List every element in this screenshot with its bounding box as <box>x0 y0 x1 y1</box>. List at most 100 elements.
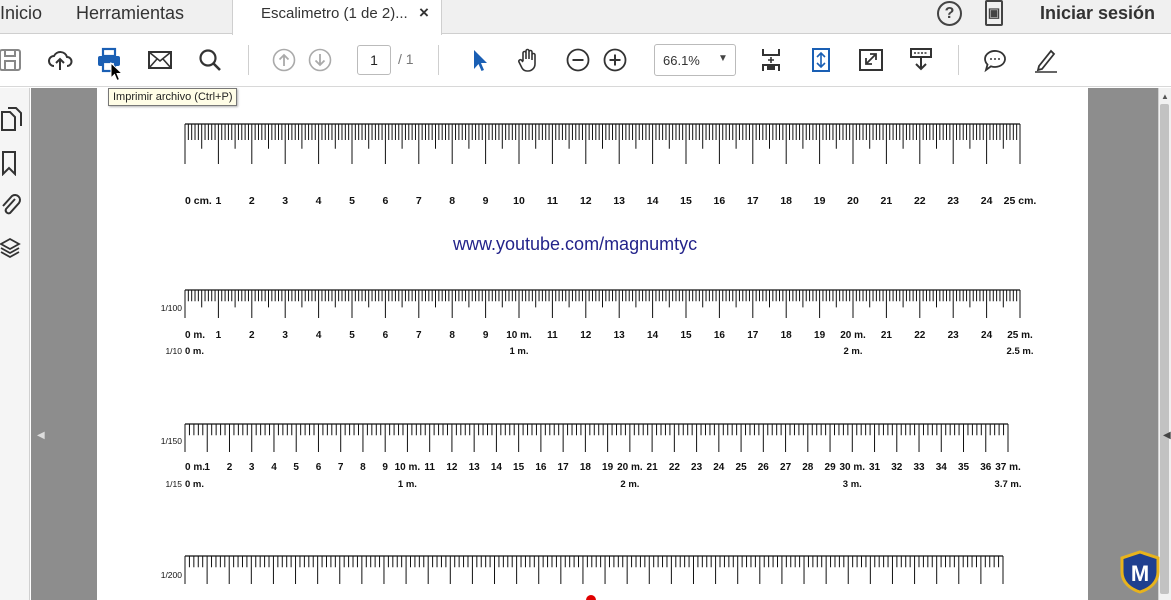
ruler-tick-label: 12 <box>446 462 458 473</box>
ruler-secondary-label: 2 m. <box>620 479 639 490</box>
ruler-tick-label: 13 <box>614 330 626 341</box>
ruler-tick-label: 20 <box>847 195 859 207</box>
ruler-secondary-label: 2 m. <box>843 346 862 357</box>
scroll-up-icon[interactable]: ▲ <box>1161 92 1169 101</box>
ruler-tick-label: 11 <box>547 330 558 341</box>
ruler-secondary-label: 0 m. <box>185 479 204 490</box>
ruler-tick-label: 4 <box>316 330 322 341</box>
ruler-tick-label: 8 <box>449 195 455 207</box>
ruler-tick-label: 1 <box>215 195 221 207</box>
ruler-tick-label: 15 <box>513 462 525 473</box>
ruler-tick-label: 35 <box>958 462 970 473</box>
ruler-tick-label: 12 <box>580 195 592 207</box>
print-tooltip: Imprimir archivo (Ctrl+P) <box>108 88 238 106</box>
ruler-tick-label: 8 <box>449 330 455 341</box>
ruler-tick-label: 20 m. <box>840 330 866 341</box>
ruler-tick-label: 11 <box>547 195 558 207</box>
ruler-tick-label: 27 <box>780 462 792 473</box>
youtube-link[interactable]: www.youtube.com/magnumtyc <box>453 234 697 255</box>
ruler-tick-label: 22 <box>914 195 926 207</box>
ruler-tick-label: 21 <box>881 330 893 341</box>
ruler-tick-label: 13 <box>469 462 481 473</box>
ruler-tick-label: 31 <box>869 462 881 473</box>
ruler-tick-label: 24 <box>981 195 993 207</box>
ruler-tick-label: 3 <box>282 195 288 207</box>
ruler-tick-label: 0 cm. <box>185 195 212 207</box>
ruler-tick-label: 4 <box>271 462 277 473</box>
ruler-tick-label: 7 <box>338 462 344 473</box>
ruler-tick-label: 18 <box>580 462 592 473</box>
ruler-scale-label: 1/150 <box>161 436 183 446</box>
ruler-tick-label: 13 <box>613 195 625 207</box>
ruler-tick-label: 2 <box>249 195 255 207</box>
ruler-secondary-scale-label: 1/10 <box>165 346 182 356</box>
ruler-ticks <box>184 424 1009 452</box>
ruler-tick-label: 21 <box>647 462 659 473</box>
ruler-scale-label: 1/200 <box>161 570 183 580</box>
ruler-tick-label: 25 cm. <box>1004 195 1037 207</box>
ruler-tick-label: 9 <box>382 462 388 473</box>
collapse-right-icon[interactable]: ◀ <box>1163 430 1171 441</box>
scroll-thumb[interactable] <box>1160 104 1169 594</box>
ruler-scale-label: 1/100 <box>161 303 183 313</box>
ruler-tick-label: 23 <box>947 195 959 207</box>
ruler-tick-label: 21 <box>881 195 893 207</box>
ruler-tick-label: 17 <box>558 462 570 473</box>
ruler-secondary-scale-label: 1/15 <box>165 479 182 489</box>
ruler-secondary-label: 2.5 m. <box>1007 346 1034 357</box>
ruler-tick-label: 1 <box>204 462 210 473</box>
ruler-tick-label: 6 <box>383 330 389 341</box>
logo-letter: M <box>1131 561 1149 586</box>
ruler-tick-label: 0 m. <box>185 330 205 341</box>
channel-logo: M <box>1120 550 1160 594</box>
ruler-tick-label: 20 m. <box>617 462 643 473</box>
ruler-tick-label: 7 <box>416 330 422 341</box>
collapse-left-icon[interactable]: ◀ <box>37 430 45 441</box>
ruler-tick-label: 4 <box>316 195 322 207</box>
ruler-tick-label: 37 m. <box>995 462 1021 473</box>
mouse-cursor-icon <box>110 62 124 82</box>
ruler-tick-label: 19 <box>814 195 826 207</box>
ruler-tick-label: 15 <box>680 195 692 207</box>
ruler-tick-label: 28 <box>802 462 814 473</box>
ruler-tick-label: 19 <box>602 462 614 473</box>
ruler-tick-label: 9 <box>483 330 489 341</box>
ruler-tick-label: 33 <box>913 462 925 473</box>
ruler-tick-label: 24 <box>713 462 725 473</box>
ruler-tick-label: 3 <box>282 330 288 341</box>
ruler-tick-label: 5 <box>349 195 355 207</box>
ruler-tick-label: 6 <box>382 195 388 207</box>
ruler-tick-label: 16 <box>714 330 726 341</box>
ruler-tick-label: 2 <box>227 462 233 473</box>
ruler-tick-label: 25 m. <box>1007 330 1033 341</box>
ruler-secondary-label: 3 m. <box>843 479 862 490</box>
ruler-tick-label: 23 <box>948 330 960 341</box>
ruler-ticks <box>184 124 1021 164</box>
ruler-tick-label: 22 <box>914 330 926 341</box>
ruler-tick-label: 26 <box>758 462 770 473</box>
ruler-tick-label: 18 <box>781 330 793 341</box>
ruler-secondary-label: 1 m. <box>398 479 417 490</box>
ruler-tick-label: 29 <box>825 462 837 473</box>
ruler-secondary-label: 1 m. <box>509 346 528 357</box>
ruler-tick-label: 22 <box>669 462 681 473</box>
ruler-tick-label: 34 <box>936 462 948 473</box>
ruler-tick-label: 16 <box>535 462 547 473</box>
ruler-tick-label: 7 <box>416 195 422 207</box>
ruler-tick-label: 1 <box>216 330 222 341</box>
ruler-tick-label: 10 m. <box>395 462 421 473</box>
ruler-tick-label: 6 <box>316 462 322 473</box>
ruler-tick-label: 3 <box>249 462 255 473</box>
ruler-tick-label: 19 <box>814 330 826 341</box>
ruler-tick-label: 17 <box>747 330 759 341</box>
ruler-tick-label: 23 <box>691 462 703 473</box>
ruler-secondary-label: 0 m. <box>185 346 204 357</box>
ruler-tick-label: 11 <box>424 462 435 473</box>
ruler-tick-label: 0 m. <box>185 462 205 473</box>
ruler-tick-label: 18 <box>780 195 792 207</box>
ruler-tick-label: 30 m. <box>840 462 866 473</box>
ruler-tick-label: 15 <box>680 330 692 341</box>
ruler-tick-label: 25 <box>736 462 748 473</box>
ruler-tick-label: 14 <box>491 462 503 473</box>
ruler-tick-label: 8 <box>360 462 366 473</box>
